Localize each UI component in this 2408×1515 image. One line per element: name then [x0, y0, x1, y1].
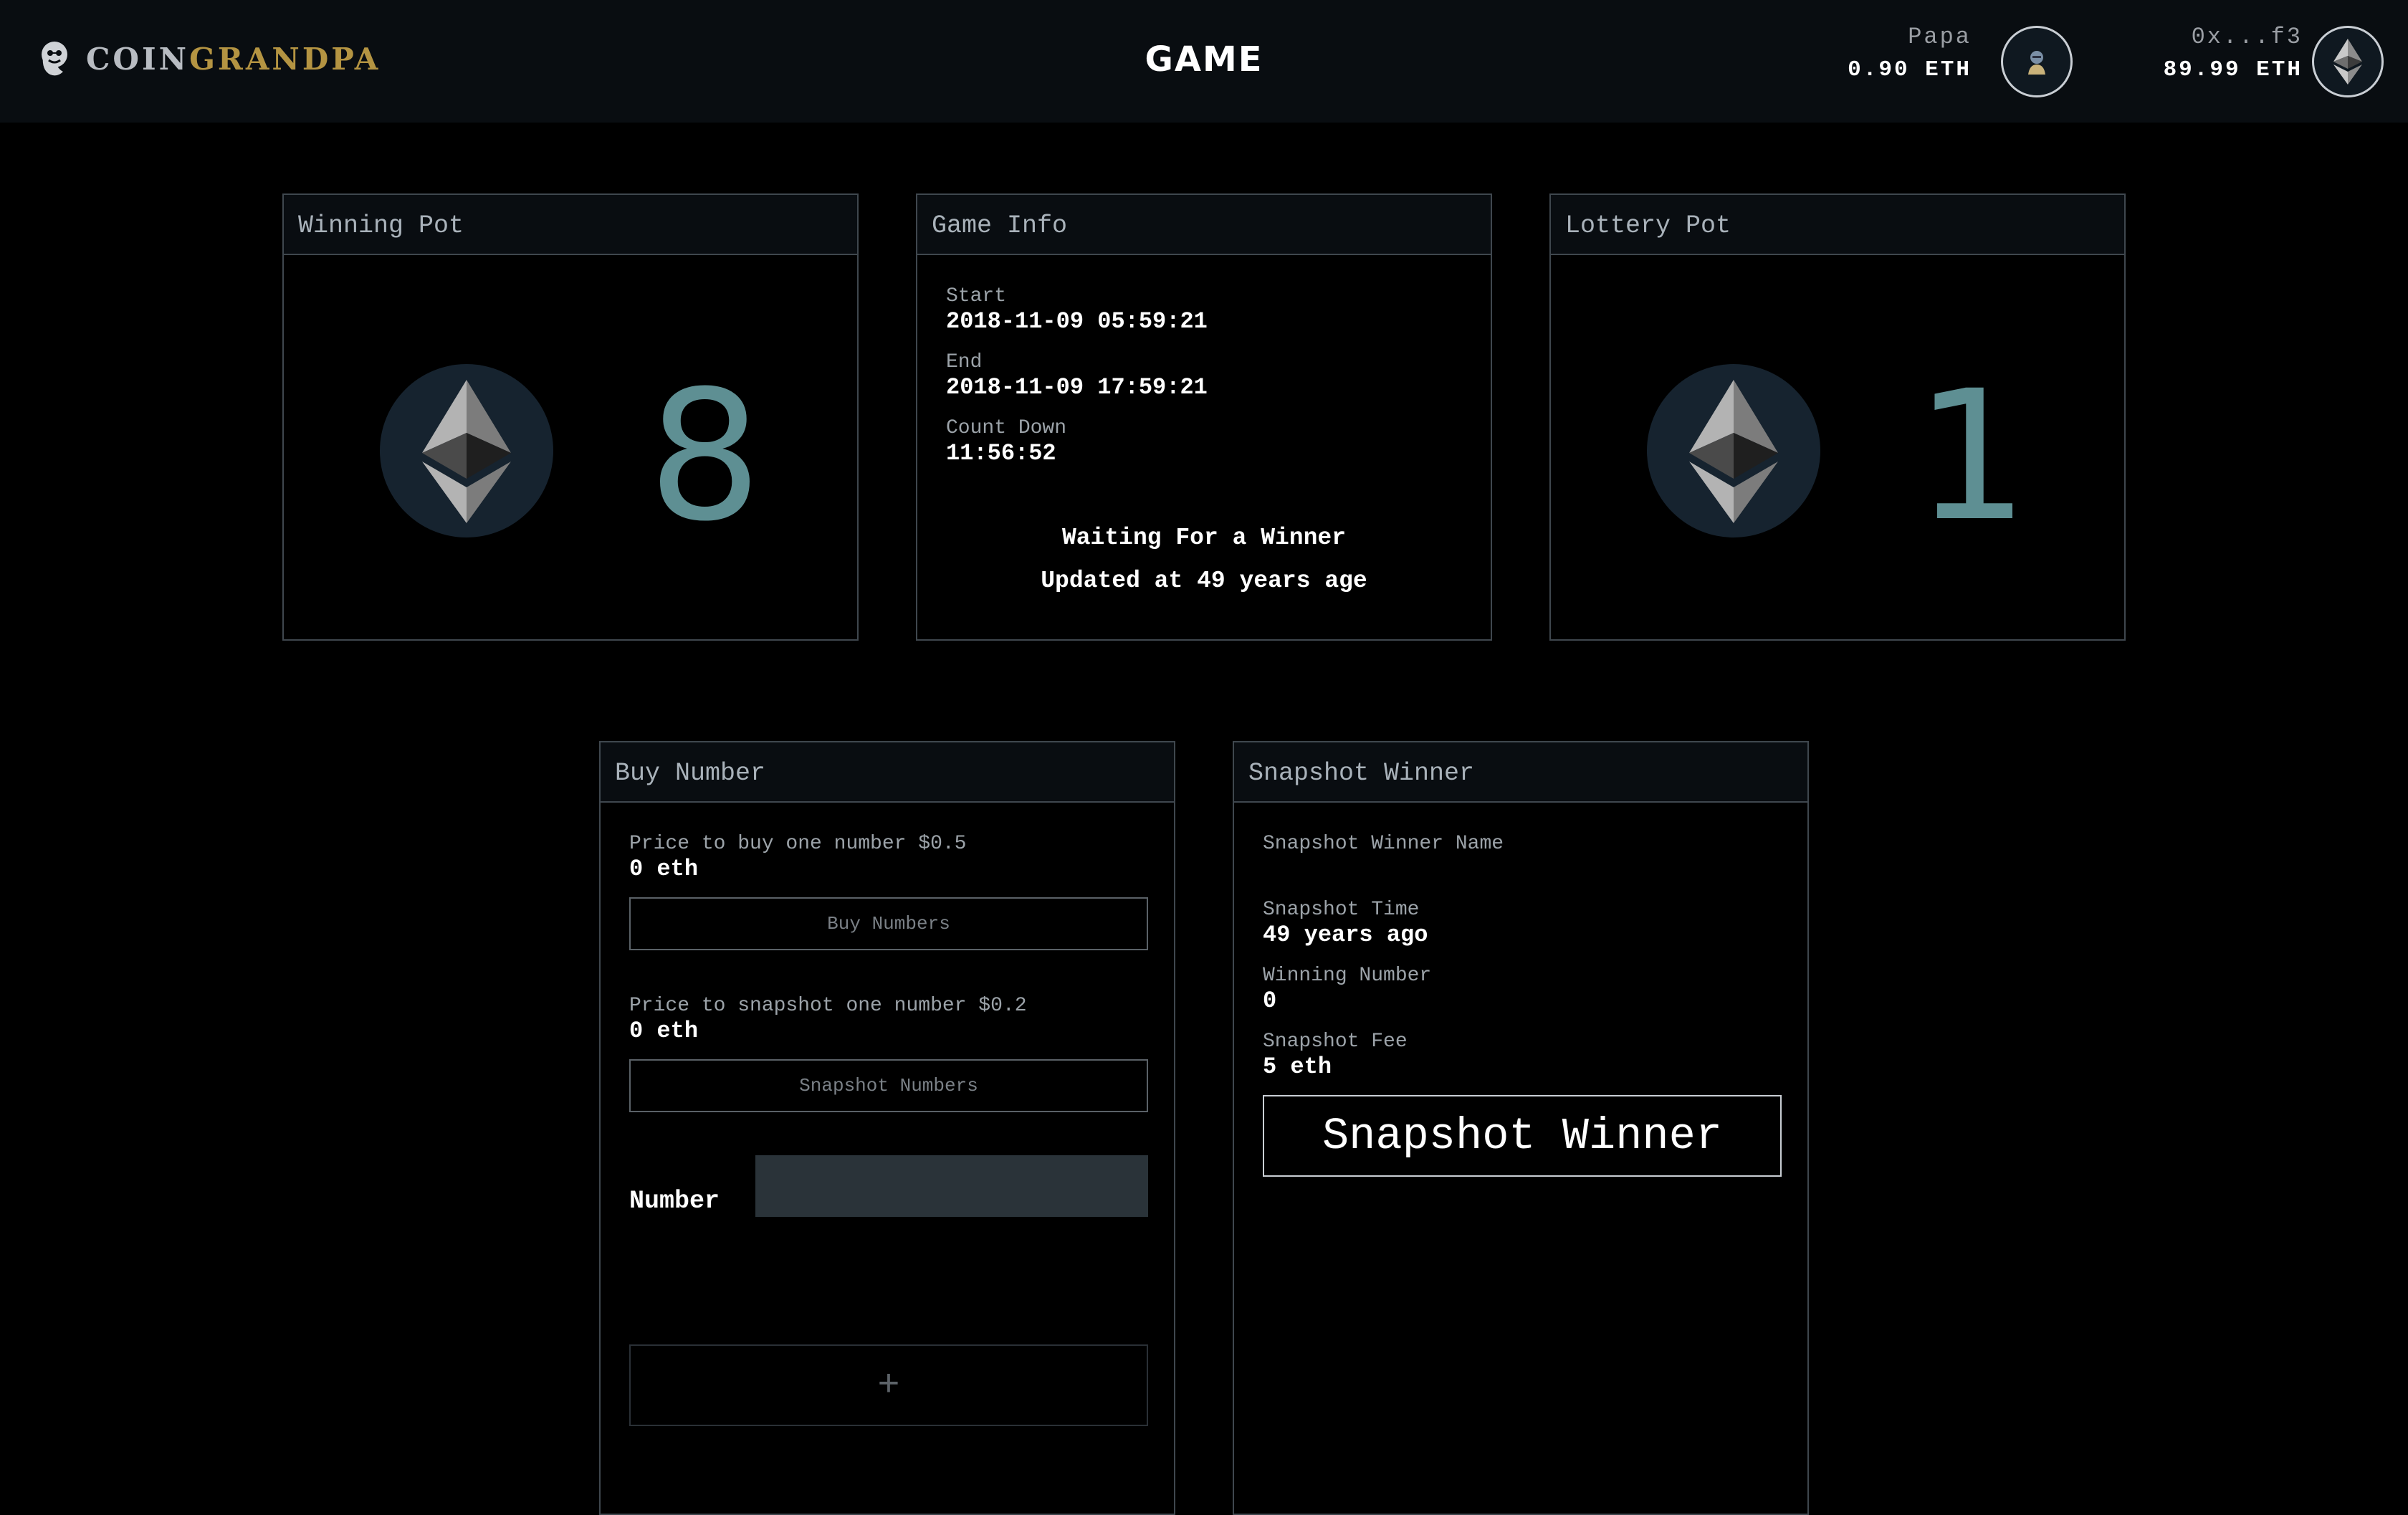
wallet-balance: 89.99 ETH	[2163, 57, 2303, 82]
start-label: Start	[946, 285, 1007, 307]
top-bar: COINGRANDPA GAME Papa 0.90 ETH 0x...f3 8…	[0, 0, 2408, 123]
price-buy-value: 0 eth	[629, 856, 699, 882]
logo-coin: COIN	[86, 41, 190, 77]
winner-name-label: Snapshot Winner Name	[1263, 833, 1504, 855]
snapshot-fee-label: Snapshot Fee	[1263, 1031, 1408, 1053]
snapshot-winner-panel: Snapshot Winner Snapshot Winner Name Sna…	[1233, 741, 1809, 1515]
wallet-address: 0x...f3	[2191, 24, 2303, 50]
winning-number-label: Winning Number	[1263, 965, 1432, 987]
page-title: GAME	[1145, 39, 1263, 80]
logo[interactable]: COINGRANDPA	[36, 37, 381, 80]
start-value: 2018-11-09 05:59:21	[946, 308, 1208, 335]
ethereum-coin-icon	[1647, 364, 1820, 537]
grandpa-avatar-icon	[2028, 51, 2045, 75]
buy-numbers-button[interactable]: Buy Numbers	[629, 897, 1148, 950]
price-snapshot-label: Price to snapshot one number $0.2	[629, 995, 1027, 1017]
snapshot-numbers-button[interactable]: Snapshot Numbers	[629, 1059, 1148, 1112]
snapshot-fee-value: 5 eth	[1263, 1053, 1332, 1080]
snapshot-winner-button[interactable]: Snapshot Winner	[1263, 1095, 1782, 1177]
updated-time: Updated at 49 years age	[1041, 568, 1367, 594]
winning-number-value: 0	[1263, 988, 1277, 1014]
countdown-label: Count Down	[946, 417, 1067, 439]
snapshot-time-label: Snapshot Time	[1263, 899, 1420, 921]
ethereum-coin-icon	[380, 364, 553, 537]
ethereum-icon	[2333, 39, 2362, 85]
user-avatar[interactable]	[2001, 26, 2073, 97]
add-number-button[interactable]: +	[629, 1344, 1148, 1426]
game-status: Waiting For a Winner	[1061, 525, 1347, 551]
panel-title: Game Info	[917, 195, 1491, 255]
snapshot-time-value: 49 years ago	[1263, 922, 1428, 948]
account-balance: 0.90 ETH	[1848, 57, 1972, 82]
lottery-pot-value: 1	[1915, 352, 2030, 560]
lottery-pot-panel: Lottery Pot 1	[1549, 193, 2126, 641]
buy-number-panel: Buy Number Price to buy one number $0.5 …	[599, 741, 1175, 1515]
logo-grandpa: GRANDPA	[189, 41, 381, 77]
end-value: 2018-11-09 17:59:21	[946, 374, 1208, 401]
panel-title: Winning Pot	[284, 195, 857, 255]
end-label: End	[946, 351, 983, 373]
grandpa-logo-icon	[42, 42, 67, 76]
price-buy-label: Price to buy one number $0.5	[629, 833, 967, 855]
number-label: Number	[629, 1187, 720, 1215]
wallet-avatar[interactable]	[2312, 26, 2384, 97]
logo-text: COINGRANDPA	[86, 42, 381, 77]
number-input[interactable]	[755, 1155, 1148, 1217]
winning-pot-panel: Winning Pot 8	[282, 193, 859, 641]
price-snapshot-value: 0 eth	[629, 1018, 699, 1044]
winning-pot-value: 8	[648, 352, 763, 560]
account-papa: Papa 0.90 ETH	[1848, 24, 1972, 82]
panel-title: Snapshot Winner	[1234, 742, 1807, 803]
panel-title: Buy Number	[601, 742, 1174, 803]
account-name: Papa	[1908, 24, 1972, 50]
countdown-value: 11:56:52	[946, 440, 1056, 467]
game-info-panel: Game Info Start 2018-11-09 05:59:21 End …	[916, 193, 1492, 641]
panel-title: Lottery Pot	[1551, 195, 2124, 255]
account-wallet: 0x...f3 89.99 ETH	[2164, 24, 2303, 82]
